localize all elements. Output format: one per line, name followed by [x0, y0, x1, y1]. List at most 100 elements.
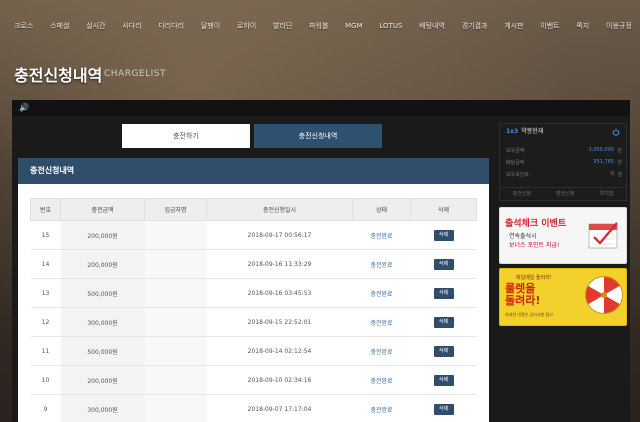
nav-item[interactable]: 스페셜 — [50, 21, 69, 31]
nav-item[interactable]: LOTUS — [379, 22, 402, 30]
table-row: 10 200,000원 2018-09-10 02:34:16 충전완료 삭제 — [30, 365, 477, 395]
bet-status-panel: 1x3 약봉현재 보유금액 3,000,000 원 배팅금액 351,765 원 … — [499, 123, 627, 201]
bet-panel-badge: 1x3 — [506, 128, 519, 135]
page-title: 충전신청내역 — [14, 66, 103, 85]
delete-button[interactable]: 삭제 — [433, 345, 454, 357]
exchange-request-link[interactable]: 환전신청 — [556, 190, 574, 197]
charge-history-table: 번호 충전금액 입금자명 충전신청일시 상태 삭제 15 200,000원 2018… — [30, 198, 477, 422]
table-row: 13 500,000원 2018-09-16 03:45:53 충전완료 삭제 — [30, 278, 477, 308]
banner-line: 보너스 포인트 지급! — [509, 242, 560, 249]
cell-status: 충전완료 — [352, 394, 411, 422]
delete-button[interactable]: 삭제 — [433, 229, 454, 241]
top-navigation: 크로스 스페셜 실시간 사다리 다리다리 달팽이 로하이 발라딘 파워볼 MGM LOTUS 배팅내역… — [0, 0, 640, 52]
banner-top-text: 매일매일 돌려라! — [516, 275, 552, 281]
cell-datetime: 2018-09-10 02:34:16 — [206, 365, 353, 395]
cell-delete: 삭제 — [410, 336, 477, 366]
delete-button[interactable]: 삭제 — [433, 316, 454, 328]
cell-status: 충전완료 — [352, 336, 411, 366]
header-amount: 충전금액 — [60, 198, 145, 221]
delete-button[interactable]: 삭제 — [433, 403, 454, 415]
nav-item[interactable]: MGM — [345, 22, 363, 30]
tab-charge[interactable]: 충전하기 — [122, 124, 250, 148]
nav-item[interactable]: 발라딘 — [273, 21, 292, 31]
cell-delete: 삭제 — [410, 307, 477, 337]
bet-row-label: 배팅금액 — [506, 160, 525, 166]
nav-item[interactable]: 로하이 — [237, 21, 256, 31]
nav-item[interactable]: 파워볼 — [309, 21, 328, 31]
banner-title-line: 돌려라! — [505, 294, 541, 307]
table-row: 11 500,000원 2018-09-14 02:12:54 충전완료 삭제 — [30, 336, 477, 366]
cell-amount: 200,000원 — [60, 220, 145, 250]
charge-request-link[interactable]: 충전신청 — [513, 190, 531, 197]
cell-delete: 삭제 — [410, 365, 477, 395]
cell-number: 9 — [30, 394, 61, 422]
cell-status: 충전완료 — [352, 278, 411, 308]
bet-panel-header: 1x3 약봉현재 — [500, 124, 626, 140]
bet-row-value: 0 — [610, 171, 614, 177]
speaker-icon: 🔊 — [19, 103, 29, 112]
cell-status: 충전완료 — [352, 307, 411, 337]
bet-row-value: 351,765 — [593, 159, 614, 165]
header-depositor: 입금자명 — [144, 198, 207, 221]
nav-item[interactable]: 경기결과 — [462, 21, 488, 31]
cell-delete: 삭제 — [410, 278, 477, 308]
bet-row-label: 보유포인트 — [506, 172, 530, 178]
attendance-event-banner[interactable]: 출석체크 이벤트 연속출석시 보너스 포인트 지급! — [499, 207, 627, 264]
nav-item[interactable]: 쪽지 — [576, 21, 589, 31]
banner-title: 룰렛을 돌려라! — [505, 283, 540, 307]
nav-item[interactable]: 게시판 — [504, 21, 523, 31]
banner-title: 출석체크 이벤트 — [505, 219, 567, 229]
table-header-row: 번호 충전금액 입금자명 충전신청일시 상태 삭제 — [30, 198, 477, 221]
roulette-event-banner[interactable]: 매일매일 돌려라! 룰렛을 돌려라! 자세한 내용은 공지사항 참고 — [499, 268, 627, 326]
bet-row-unit: 점 — [617, 172, 622, 178]
cell-depositor — [144, 249, 207, 279]
bet-row-unit: 원 — [617, 160, 622, 166]
banner-line: 연속출석시 — [509, 233, 537, 240]
cell-depositor — [144, 394, 207, 422]
nav-item[interactable]: 크로스 — [14, 21, 33, 31]
cell-amount: 500,000원 — [60, 336, 145, 366]
table-row: 15 200,000원 2018-09-17 00:56:17 충전완료 삭제 — [30, 220, 477, 250]
cell-datetime: 2018-09-16 11:33:29 — [206, 249, 353, 279]
bet-panel-title: 약봉현재 — [521, 128, 544, 135]
power-icon[interactable] — [612, 128, 620, 136]
nav-item[interactable]: 다리다리 — [158, 21, 184, 31]
message-box-link[interactable]: 쪽지함 — [600, 190, 614, 197]
nav-item[interactable]: 배팅내역 — [419, 21, 445, 31]
roulette-wheel-icon — [585, 276, 623, 314]
table-row: 14 200,000원 2018-09-16 11:33:29 충전완료 삭제 — [30, 249, 477, 279]
nav-item[interactable]: 실시간 — [86, 21, 105, 31]
cell-datetime: 2018-09-14 02:12:54 — [206, 336, 353, 366]
nav-item[interactable]: 이벤트 — [540, 21, 559, 31]
cell-number: 15 — [30, 220, 61, 250]
cell-depositor — [144, 278, 207, 308]
delete-button[interactable]: 삭제 — [433, 374, 454, 386]
cell-depositor — [144, 307, 207, 337]
cell-amount: 200,000원 — [60, 365, 145, 395]
cell-number: 10 — [30, 365, 61, 395]
notice-bar: 🔊 — [12, 100, 630, 116]
cell-delete: 삭제 — [410, 249, 477, 279]
cell-depositor — [144, 336, 207, 366]
nav-item[interactable]: 이용규정 — [606, 21, 632, 31]
cell-number: 13 — [30, 278, 61, 308]
bet-row-points: 보유포인트 0 점 — [506, 171, 622, 181]
tab-charge-history[interactable]: 충전신청내역 — [254, 124, 382, 148]
page-subtitle: CHARGELIST — [104, 69, 167, 79]
calendar-icon — [588, 222, 618, 249]
cell-datetime: 2018-09-16 03:45:53 — [206, 278, 353, 308]
nav-item[interactable]: 달팽이 — [201, 21, 220, 31]
cell-number: 11 — [30, 336, 61, 366]
cell-delete: 삭제 — [410, 220, 477, 250]
bet-row-unit: 원 — [617, 148, 622, 154]
cell-datetime: 2018-09-17 00:56:17 — [206, 220, 353, 250]
nav-item[interactable]: 사다리 — [122, 21, 141, 31]
delete-button[interactable]: 삭제 — [433, 287, 454, 299]
bet-panel-links: 충전신청 환전신청 쪽지함 — [500, 187, 626, 199]
cell-amount: 200,000원 — [60, 249, 145, 279]
delete-button[interactable]: 삭제 — [433, 258, 454, 270]
cell-depositor — [144, 220, 207, 250]
cell-status: 충전완료 — [352, 249, 411, 279]
panel-title: 충전신청내역 — [18, 158, 489, 184]
cell-status: 충전완료 — [352, 220, 411, 250]
